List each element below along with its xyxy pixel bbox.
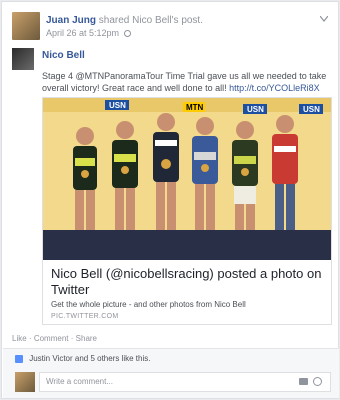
globe-icon [123, 29, 131, 37]
cyclists-podium-photo: USN MTN USN USN [43, 98, 331, 260]
trophy-3 [161, 159, 171, 169]
shared-author-name-link[interactable]: Nico Bell [42, 50, 85, 61]
action-separator: · [70, 334, 74, 343]
shared-post-text: Stage 4 @MTNPanoramaTour Time Trial gave… [42, 70, 332, 94]
chevron-down-icon[interactable] [320, 16, 328, 22]
comment-input[interactable]: Write a comment... [39, 372, 331, 392]
comment-composer: Write a comment... [3, 368, 339, 398]
shared-owner-link[interactable]: Nico Bell's [132, 15, 178, 26]
action-text: shared [98, 15, 130, 26]
banner-usn-3: USN [303, 105, 320, 114]
banner-usn-2: USN [247, 105, 264, 114]
action-separator: · [28, 334, 32, 343]
banner-mtn: MTN [186, 103, 204, 112]
post-timestamp[interactable]: April 26 at 5:12pm [46, 28, 119, 38]
likes-summary: Justin Victor and 5 others like this. [3, 348, 339, 368]
author-avatar[interactable] [12, 12, 40, 40]
comment-button[interactable]: Comment [34, 334, 69, 343]
emoji-icon[interactable] [313, 377, 322, 386]
trophy-1 [81, 170, 89, 178]
link-card-title[interactable]: Nico Bell (@nicobellsracing) posted a ph… [51, 266, 326, 298]
preview-photo[interactable]: USN MTN USN USN [43, 98, 331, 260]
post-word: post. [181, 15, 203, 26]
likes-text[interactable]: Justin Victor and 5 others like this. [29, 354, 150, 363]
comment-placeholder: Write a comment... [46, 377, 113, 386]
like-button[interactable]: Like [12, 334, 27, 343]
shared-author-avatar[interactable] [12, 48, 34, 70]
post-actions: Like · Comment · Share [12, 334, 97, 343]
share-button[interactable]: Share [76, 334, 97, 343]
link-card-description: Get the whole picture - and other photos… [51, 300, 246, 309]
trophy-2 [121, 166, 129, 174]
author-name-link[interactable]: Juan Jung [46, 15, 96, 26]
shared-post-url[interactable]: http://t.co/YCOLleRi8X [229, 83, 320, 93]
trophy-4 [201, 164, 209, 172]
camera-icon[interactable] [299, 378, 308, 385]
link-card-domain: PIC.TWITTER.COM [51, 313, 119, 320]
commenter-avatar [15, 372, 35, 392]
post-header: Juan Jung shared Nico Bell's post. April… [12, 12, 330, 44]
trophy-5 [241, 168, 249, 176]
thumbs-up-icon [15, 354, 23, 363]
feed-post: Juan Jung shared Nico Bell's post. April… [1, 1, 339, 399]
link-preview-card[interactable]: USN MTN USN USN Nico Bell (@nicobellsrac… [42, 97, 332, 325]
banner-usn-1: USN [109, 101, 126, 110]
post-header-text: Juan Jung shared Nico Bell's post. April… [46, 14, 306, 40]
